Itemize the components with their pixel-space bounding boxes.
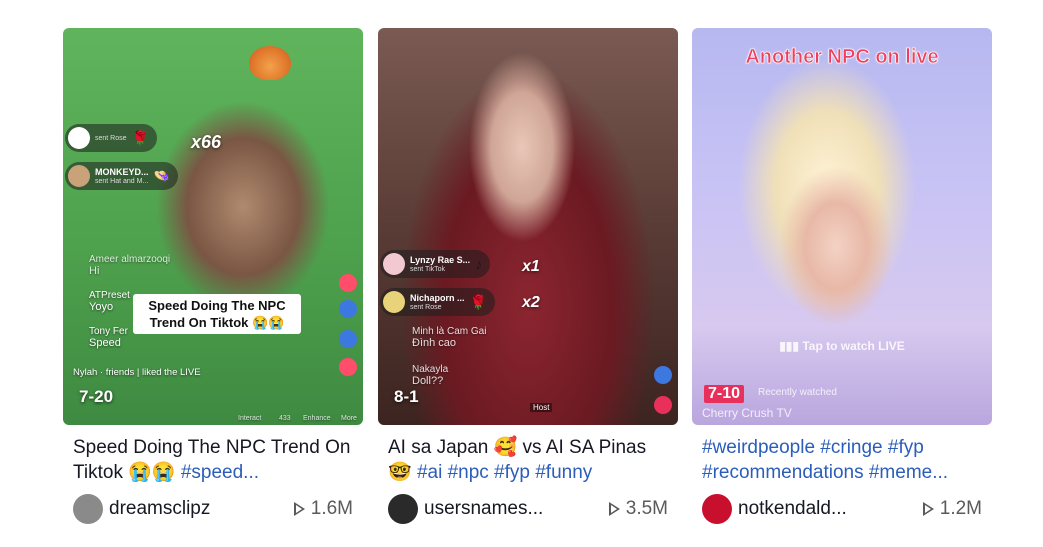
video-thumbnail-1[interactable]: sent Rose 🌹 x66 MONKEYD... sent Hat and … <box>63 28 363 425</box>
user-avatar[interactable] <box>702 494 732 524</box>
tiktok-gift-icon: ♪ <box>475 256 483 272</box>
rose-icon: 🌹 <box>469 293 487 310</box>
video-thumbnail-3[interactable]: Another NPC on live ▮▮▮ Tap to watch LIV… <box>692 28 992 425</box>
gift-notification: Nichaporn ... sent Rose 🌹 <box>380 288 495 316</box>
comment: Nakayla Doll?? <box>412 364 449 387</box>
hat-icon: 👒 <box>153 168 170 183</box>
bottom-label: More <box>341 415 357 422</box>
avatar <box>383 291 405 313</box>
bottom-label: 433 <box>279 415 291 422</box>
play-icon <box>922 502 934 516</box>
gift-notification: MONKEYD... sent Hat and M... 👒 <box>65 162 178 190</box>
live-badge: 7-10 <box>704 385 745 403</box>
host-badge: Host <box>530 403 553 412</box>
gift-multiplier: x66 <box>191 132 222 152</box>
hashtag[interactable]: #speed... <box>181 462 259 483</box>
comment: Ameer almarzooqi Hi <box>89 254 171 277</box>
avatar <box>68 127 90 149</box>
gift-notification: sent Rose 🌹 <box>65 124 157 152</box>
crown-sticker-icon <box>249 46 291 80</box>
clip-counter: 8-1 <box>394 387 419 406</box>
avatar <box>383 253 405 275</box>
video-description[interactable]: #weirdpeople #cringe #fyp #recommendatio… <box>692 435 982 485</box>
view-count: 3.5M <box>608 498 678 520</box>
liked-notice: Nylah · friends | liked the LIVE <box>73 367 201 378</box>
live-channel-name: Cherry Crush TV <box>702 406 792 420</box>
gift-multiplier: x1 <box>522 258 540 275</box>
video-card-3[interactable]: Another NPC on live ▮▮▮ Tap to watch LIV… <box>692 28 992 524</box>
share-icon[interactable] <box>654 366 672 384</box>
bottom-label: Enhance <box>303 415 331 422</box>
username[interactable]: usersnames... <box>424 498 609 520</box>
video-meta: dreamsclipz 1.6M <box>63 494 363 524</box>
video-meta: usersnames... 3.5M <box>378 494 678 524</box>
gift-notification: Lynzy Rae S... sent TikTok ♪ <box>380 250 491 278</box>
heart-icon[interactable] <box>339 274 357 292</box>
recently-watched-label: Recently watched <box>758 387 837 398</box>
hashtag[interactable]: #ai #npc #fyp #funny <box>417 462 592 483</box>
bottom-label: Interact <box>238 415 262 422</box>
play-icon <box>293 502 305 516</box>
heart-icon[interactable] <box>339 358 357 376</box>
play-icon <box>608 502 620 516</box>
tap-to-watch-live[interactable]: ▮▮▮ Tap to watch LIVE <box>692 339 992 353</box>
rose-icon: 🌹 <box>131 129 149 146</box>
gift-multiplier: x2 <box>522 294 540 311</box>
video-description[interactable]: Speed Doing The NPC Trend On Tiktok 😭😭 #… <box>63 435 353 485</box>
user-avatar[interactable] <box>73 494 103 524</box>
avatar <box>68 165 90 187</box>
live-bars-icon: ▮▮▮ <box>779 339 803 353</box>
video-card-2[interactable]: Lynzy Rae S... sent TikTok ♪ x1 Nichapor… <box>378 28 678 524</box>
comment: Tony Fer Speed <box>89 326 128 349</box>
video-card-1[interactable]: sent Rose 🌹 x66 MONKEYD... sent Hat and … <box>63 28 363 524</box>
clip-counter: 7-20 <box>79 387 114 406</box>
comment: Minh là Cam Gai Đình cao <box>412 326 487 349</box>
hashtag[interactable]: #weirdpeople #cringe #fyp #recommendatio… <box>702 437 948 483</box>
video-description[interactable]: AI sa Japan 🥰 vs AI SA Pinas 🤓 #ai #npc … <box>378 435 668 485</box>
share-icon[interactable] <box>339 300 357 318</box>
comment: ATPreset Yoyo <box>89 290 130 313</box>
share-icon[interactable] <box>339 330 357 348</box>
view-count: 1.2M <box>922 498 992 520</box>
video-meta: notkendald... 1.2M <box>692 494 992 524</box>
view-count: 1.6M <box>293 498 363 520</box>
username[interactable]: dreamsclipz <box>109 498 294 520</box>
video-caption-overlay: Speed Doing The NPC Trend On Tiktok 😭😭 <box>133 294 301 334</box>
username[interactable]: notkendald... <box>738 498 923 520</box>
video-thumbnail-2[interactable]: Lynzy Rae S... sent TikTok ♪ x1 Nichapor… <box>378 28 678 425</box>
video-banner-text: Another NPC on live <box>745 46 939 69</box>
heart-icon[interactable] <box>654 396 672 414</box>
user-avatar[interactable] <box>388 494 418 524</box>
